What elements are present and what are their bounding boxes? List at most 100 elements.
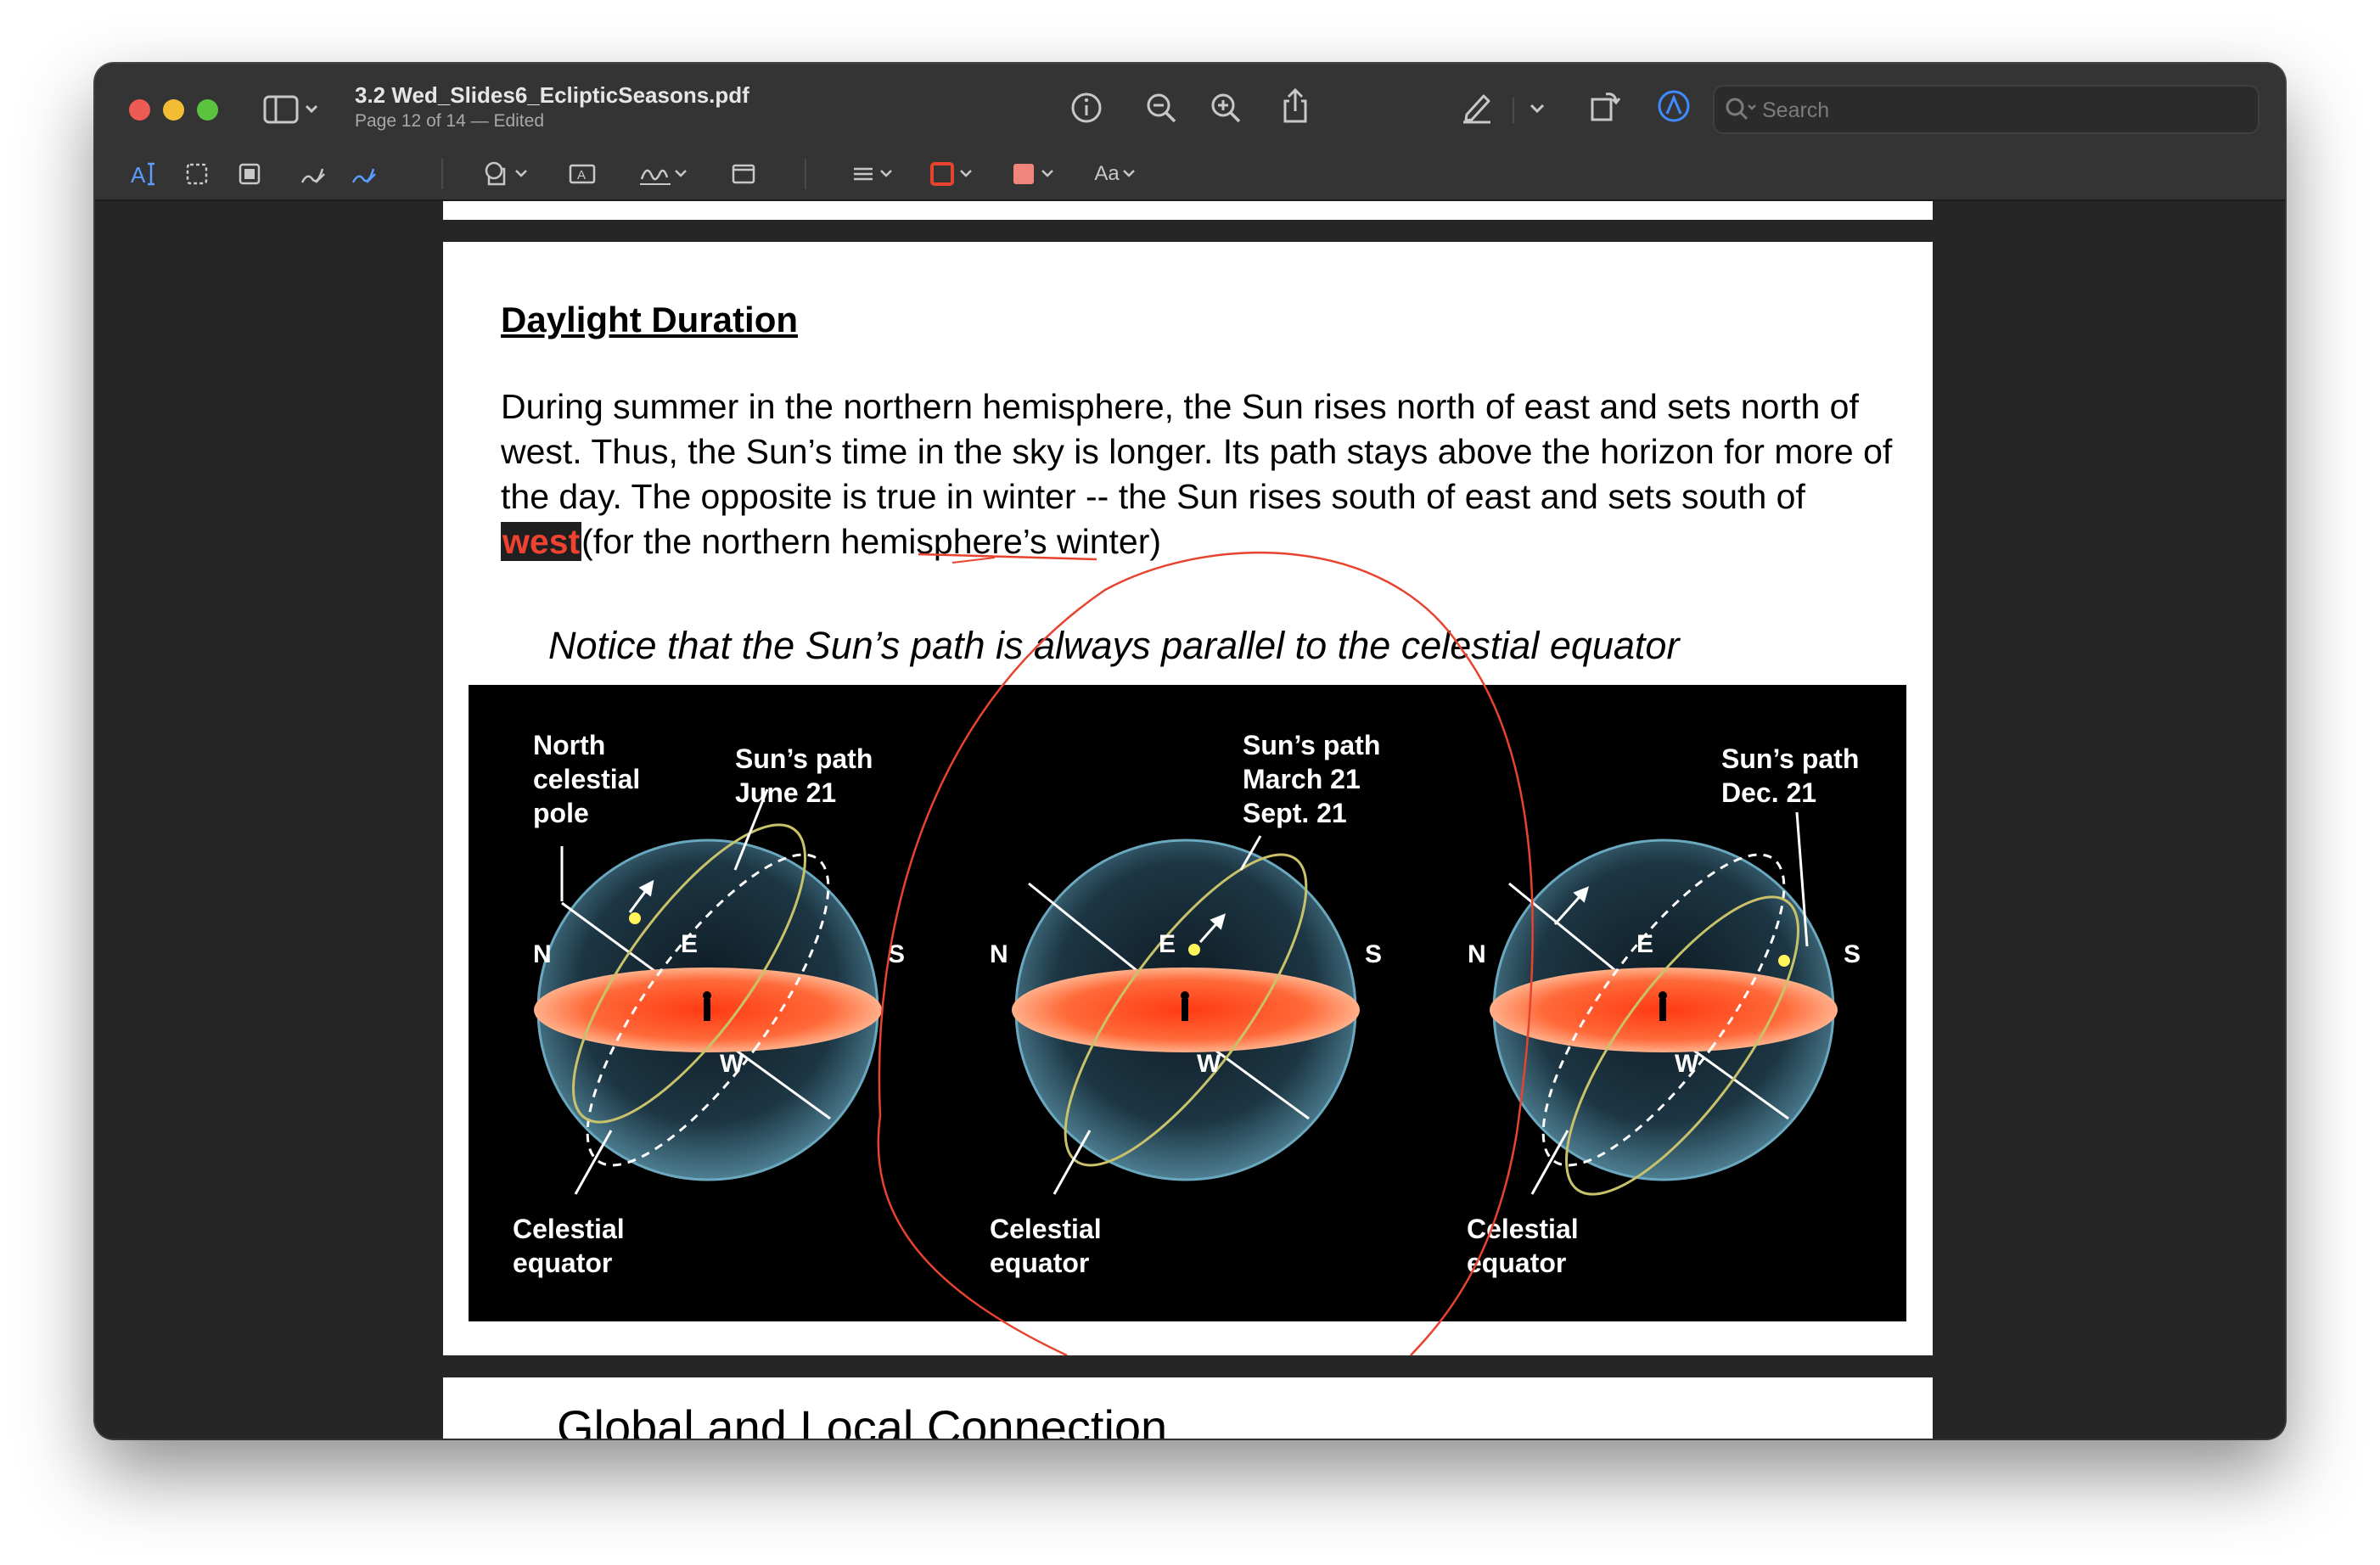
svg-text:E: E xyxy=(681,930,698,958)
svg-text:N: N xyxy=(1468,940,1486,968)
zoom-out-icon xyxy=(1147,93,1176,123)
minimize-button[interactable] xyxy=(163,99,184,121)
page-heading: Daylight Duration xyxy=(501,300,799,339)
notice-caption: Notice that the Sun’s path is always par… xyxy=(548,624,1680,667)
text-selection-tool[interactable]: A xyxy=(127,157,161,191)
toolbar-separator xyxy=(1513,98,1514,123)
sidebar-icon xyxy=(263,95,318,124)
svg-text:June 21: June 21 xyxy=(735,777,836,808)
sketch-icon xyxy=(300,168,325,183)
svg-text:Sept. 21: Sept. 21 xyxy=(1243,798,1347,828)
text-select-icon: A xyxy=(131,162,154,188)
markup-toolbar: A A Aa xyxy=(95,149,2285,199)
svg-text:equator: equator xyxy=(990,1248,1089,1278)
search-icon xyxy=(1726,98,1756,121)
fill-color-icon xyxy=(1013,164,1053,184)
chevron-down-icon xyxy=(1122,170,1135,177)
share-button[interactable] xyxy=(1277,86,1314,126)
instant-alpha-tool[interactable] xyxy=(233,157,267,191)
sketch-tool[interactable] xyxy=(295,157,329,191)
shape-style-tool[interactable] xyxy=(845,157,901,191)
svg-text:Celestial: Celestial xyxy=(513,1214,625,1244)
celestial-sphere-figure: N S E W North celestial pole Sun’s path … xyxy=(469,685,1906,1321)
signature-tool[interactable] xyxy=(635,157,694,191)
title-bar: 3.2 Wed_Slides6_EclipticSeasons.pdf Page… xyxy=(95,64,2285,201)
paragraph-text-end: (for the northern hemisphere’s winter) xyxy=(581,522,1162,561)
svg-text:North: North xyxy=(533,730,605,760)
sidebar-toggle-button[interactable] xyxy=(261,93,321,126)
markup-button[interactable] xyxy=(1655,87,1692,125)
sphere-panel-december: N S E W Sun’s path Dec. 21 Celestial equ… xyxy=(1467,743,1861,1278)
svg-text:A: A xyxy=(131,162,146,188)
svg-text:N: N xyxy=(533,940,552,968)
svg-text:equator: equator xyxy=(1467,1248,1566,1278)
signature-icon xyxy=(640,169,687,185)
zoom-in-icon xyxy=(1211,93,1241,123)
svg-text:celestial: celestial xyxy=(533,764,640,794)
body-paragraph: During summer in the northern hemisphere… xyxy=(501,384,1893,564)
highlight-dropdown-button[interactable] xyxy=(1524,96,1550,121)
next-page-title: Global and Local Connection xyxy=(557,1400,1168,1439)
svg-text:W: W xyxy=(1197,1050,1221,1078)
markup-separator xyxy=(441,159,443,189)
current-page: Daylight Duration During summer in the n… xyxy=(443,242,1933,1355)
text-box-tool[interactable]: A xyxy=(565,157,599,191)
rotate-icon xyxy=(1591,93,1621,121)
next-page: Global and Local Connection xyxy=(443,1377,1933,1439)
dashed-rectangle-icon xyxy=(186,163,208,185)
shapes-tool[interactable] xyxy=(479,157,535,191)
zoom-in-button[interactable] xyxy=(1207,89,1244,126)
document-subtitle: Page 12 of 14 — Edited xyxy=(355,111,544,131)
svg-text:pole: pole xyxy=(533,798,589,828)
svg-text:N: N xyxy=(990,940,1008,968)
zoom-out-button[interactable] xyxy=(1142,89,1180,126)
page-layout-tool[interactable] xyxy=(727,157,761,191)
chevron-down-icon xyxy=(1530,104,1545,114)
draw-tool[interactable] xyxy=(346,157,380,191)
border-color-icon xyxy=(930,162,972,186)
figure-diagram: N S E W North celestial pole Sun’s path … xyxy=(513,730,1861,1278)
svg-text:A: A xyxy=(577,168,586,182)
preview-window: 3.2 Wed_Slides6_EclipticSeasons.pdf Page… xyxy=(95,64,2285,1439)
text-box-icon: A xyxy=(569,164,596,184)
svg-text:equator: equator xyxy=(513,1248,612,1278)
svg-text:Sun’s path: Sun’s path xyxy=(735,743,873,774)
markup-separator xyxy=(805,159,806,189)
line-style-icon xyxy=(854,167,892,181)
window-icon xyxy=(732,164,755,184)
svg-text:E: E xyxy=(1636,930,1653,958)
fill-color-tool[interactable] xyxy=(1007,157,1063,191)
info-button[interactable] xyxy=(1068,89,1105,126)
highlighted-word[interactable]: west xyxy=(501,522,582,561)
svg-text:W: W xyxy=(720,1050,744,1078)
share-icon xyxy=(1283,87,1307,123)
svg-text:Dec. 21: Dec. 21 xyxy=(1721,777,1816,808)
zoom-button[interactable] xyxy=(197,99,218,121)
svg-text:March 21: March 21 xyxy=(1243,764,1361,794)
highlight-button[interactable] xyxy=(1458,87,1496,125)
svg-text:E: E xyxy=(1159,930,1176,958)
close-button[interactable] xyxy=(129,99,150,121)
text-style-label: Aa xyxy=(1094,162,1120,185)
svg-text:S: S xyxy=(1365,940,1382,968)
svg-text:Sun’s path: Sun’s path xyxy=(1243,730,1380,760)
text-style-tool[interactable]: Aa xyxy=(1088,157,1144,191)
previous-page xyxy=(443,201,1933,220)
border-color-tool[interactable] xyxy=(925,157,981,191)
sphere-panel-june: N S E W North celestial pole Sun’s path … xyxy=(513,730,905,1278)
sphere-panel-equinox: N S E W Sun’s path March 21 Sept. 21 Cel… xyxy=(990,730,1382,1278)
svg-text:Celestial: Celestial xyxy=(1467,1214,1579,1244)
svg-text:S: S xyxy=(888,940,905,968)
paragraph-text: During summer in the northern hemisphere… xyxy=(501,387,1893,516)
search-placeholder: Search xyxy=(1762,98,1830,122)
document-title: 3.2 Wed_Slides6_EclipticSeasons.pdf xyxy=(355,82,749,108)
svg-text:W: W xyxy=(1675,1050,1699,1078)
rotate-button[interactable] xyxy=(1586,87,1623,125)
rectangular-selection-tool[interactable] xyxy=(180,157,214,191)
shapes-icon xyxy=(485,161,527,186)
svg-text:Celestial: Celestial xyxy=(990,1214,1102,1244)
info-icon xyxy=(1071,93,1102,123)
search-field[interactable]: Search xyxy=(1713,85,2259,134)
document-viewport[interactable]: Daylight Duration During summer in the n… xyxy=(95,201,2285,1439)
svg-text:Sun’s path: Sun’s path xyxy=(1721,743,1859,774)
